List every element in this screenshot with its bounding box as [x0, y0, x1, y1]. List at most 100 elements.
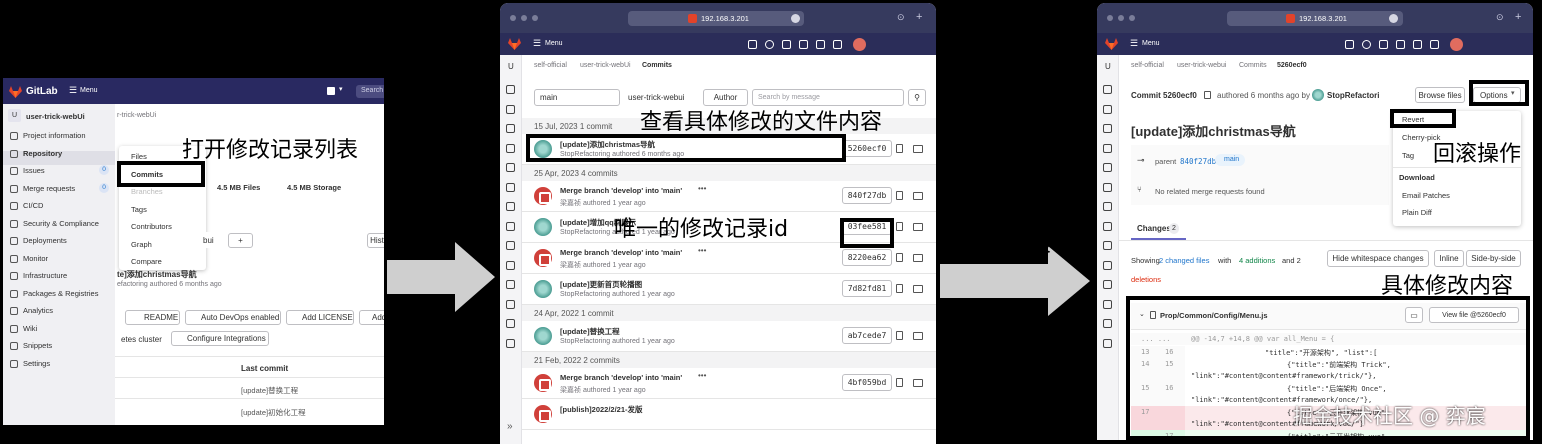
project-badge[interactable]: U — [508, 62, 514, 71]
history-button[interactable]: Hist — [367, 233, 384, 248]
commit-hash-button[interactable]: 7d82fd81 — [842, 280, 892, 297]
folder-icon[interactable] — [913, 223, 923, 231]
collapse-icon[interactable]: » — [507, 421, 513, 432]
copy-icon[interactable] — [896, 191, 903, 200]
gitlab-logo-icon[interactable] — [1105, 38, 1118, 50]
sidebar-item-project-information[interactable]: Project information — [23, 131, 86, 140]
ellipsis-button[interactable]: ••• — [698, 371, 706, 380]
branch-select[interactable]: bui — [203, 232, 223, 248]
copy-icon[interactable] — [896, 331, 903, 340]
reload-icon[interactable] — [791, 14, 800, 23]
breadcrumb-2[interactable]: user-trick-webUi — [580, 62, 631, 69]
last-commit-title[interactable]: te]添加christmas导航 — [117, 269, 197, 280]
sidebar-item-packages-registries[interactable]: Packages & Registries — [23, 289, 98, 298]
folder-icon[interactable] — [913, 192, 923, 200]
kubernetes-chip[interactable]: etes cluster — [121, 335, 162, 344]
side-by-side-toggle[interactable]: Side-by-side — [1466, 250, 1521, 267]
rail-nav-icon[interactable] — [506, 104, 515, 114]
flyout-item-graph[interactable]: Graph — [131, 240, 152, 249]
hide-whitespace-button[interactable]: Hide whitespace changes — [1327, 250, 1429, 267]
commit-avatar[interactable] — [534, 218, 552, 236]
menu-button[interactable]: Menu — [545, 40, 563, 47]
ellipsis-button[interactable]: ••• — [698, 246, 706, 255]
breadcrumb-1[interactable]: self-official — [534, 62, 567, 69]
merge-request-icon[interactable] — [1396, 40, 1405, 49]
rail-nav-icon[interactable] — [1103, 299, 1112, 309]
commit-title[interactable]: [publish]2022/2/21-发版 — [560, 404, 643, 415]
chevron-down-icon[interactable]: ▾ — [339, 85, 343, 93]
commit-title[interactable]: [update]更新首页轮播图 — [560, 279, 642, 290]
breadcrumb-3[interactable]: Commits — [1239, 62, 1267, 69]
commit-avatar[interactable] — [534, 405, 552, 423]
sidebar-item-settings[interactable]: Settings — [23, 359, 50, 368]
sidebar-item-merge-requests[interactable]: Merge requests — [23, 184, 75, 193]
copy-icon[interactable] — [896, 222, 903, 231]
issues-icon[interactable] — [782, 40, 791, 49]
rail-nav-icon[interactable] — [1103, 241, 1112, 250]
flyout-item-tags[interactable]: Tags — [131, 205, 147, 214]
readme-chip[interactable]: README — [125, 310, 180, 325]
inline-toggle[interactable]: Inline — [1434, 250, 1464, 267]
rail-nav-icon[interactable] — [506, 241, 515, 250]
commit-hash-button[interactable]: 4bf059bd — [842, 374, 892, 391]
new-tab-icon[interactable]: + — [916, 11, 922, 23]
gitlab-brand[interactable]: GitLab — [26, 86, 58, 97]
user-avatar[interactable] — [853, 38, 866, 51]
rail-nav-icon[interactable] — [506, 221, 515, 231]
rail-nav-icon[interactable] — [1103, 280, 1112, 289]
copy-icon[interactable] — [896, 144, 903, 153]
sidebar-item-deployments[interactable]: Deployments — [23, 236, 67, 245]
rail-nav-icon[interactable] — [506, 280, 515, 289]
hamburger-icon[interactable]: ☰ — [69, 85, 77, 96]
copy-icon[interactable] — [1204, 91, 1211, 99]
download-icon[interactable]: ⊙ — [897, 12, 905, 23]
author-avatar[interactable] — [1312, 89, 1324, 101]
table-cell[interactable]: [update]初始化工程 — [241, 407, 306, 418]
commit-avatar[interactable] — [534, 187, 552, 205]
rail-nav-icon[interactable] — [1103, 202, 1112, 211]
menu-button[interactable]: Menu — [1142, 40, 1160, 47]
gitlab-logo-icon[interactable] — [508, 38, 521, 50]
commit-author[interactable]: StopRefactori — [1327, 91, 1379, 100]
todo-icon[interactable] — [1413, 40, 1422, 49]
breadcrumb-1[interactable]: self-official — [1131, 62, 1164, 69]
rail-nav-icon[interactable] — [1103, 260, 1112, 270]
folder-icon[interactable] — [913, 254, 923, 262]
parent-hash[interactable]: 840f27db — [1180, 157, 1216, 166]
rail-nav-icon[interactable] — [506, 299, 515, 309]
rail-nav-icon[interactable] — [506, 338, 515, 348]
sidebar-item-security-compliance[interactable]: Security & Compliance — [23, 219, 99, 228]
help-icon[interactable] — [1430, 40, 1439, 49]
commit-hash-button[interactable]: 840f27db — [842, 187, 892, 204]
project-badge[interactable]: U — [1105, 62, 1111, 71]
commit-hash-button[interactable]: 8220ea62 — [842, 249, 892, 266]
folder-icon[interactable] — [913, 285, 923, 293]
sidebar-item-analytics[interactable]: Analytics — [23, 306, 53, 315]
browse-files-button[interactable]: Browse files — [1415, 87, 1465, 103]
menu-button[interactable]: Menu — [80, 87, 98, 94]
hamburger-icon[interactable]: ☰ — [533, 38, 541, 49]
sidebar-item-repository[interactable]: Repository — [23, 149, 62, 158]
project-name[interactable]: user-trick-webUi — [26, 112, 85, 121]
rail-nav-icon[interactable] — [506, 85, 515, 94]
todo-icon[interactable] — [816, 40, 825, 49]
rail-nav-icon[interactable] — [506, 319, 515, 328]
commit-hash-button[interactable]: 5260ecf0 — [842, 140, 892, 157]
copy-icon[interactable] — [896, 253, 903, 262]
add-button[interactable]: + — [228, 233, 253, 248]
dropdown-tag[interactable]: Tag — [1402, 151, 1414, 160]
help-icon[interactable] — [833, 40, 842, 49]
sidebar-item-infrastructure[interactable]: Infrastructure — [23, 271, 67, 280]
copy-icon[interactable] — [896, 284, 903, 293]
rail-nav-icon[interactable] — [1103, 338, 1112, 348]
rail-nav-icon[interactable] — [1103, 319, 1112, 328]
sidebar-item-issues[interactable]: Issues — [23, 166, 45, 175]
search-icon[interactable] — [765, 40, 774, 49]
changes-tab[interactable]: Changes — [1137, 224, 1171, 233]
commit-avatar[interactable] — [534, 327, 552, 345]
user-avatar[interactable] — [1450, 38, 1463, 51]
commit-title[interactable]: Merge branch 'develop' into 'main' — [560, 248, 682, 257]
table-cell[interactable]: [update]替换工程 — [241, 385, 298, 396]
rail-nav-icon[interactable] — [506, 143, 515, 153]
sidebar-item-wiki[interactable]: Wiki — [23, 324, 37, 333]
